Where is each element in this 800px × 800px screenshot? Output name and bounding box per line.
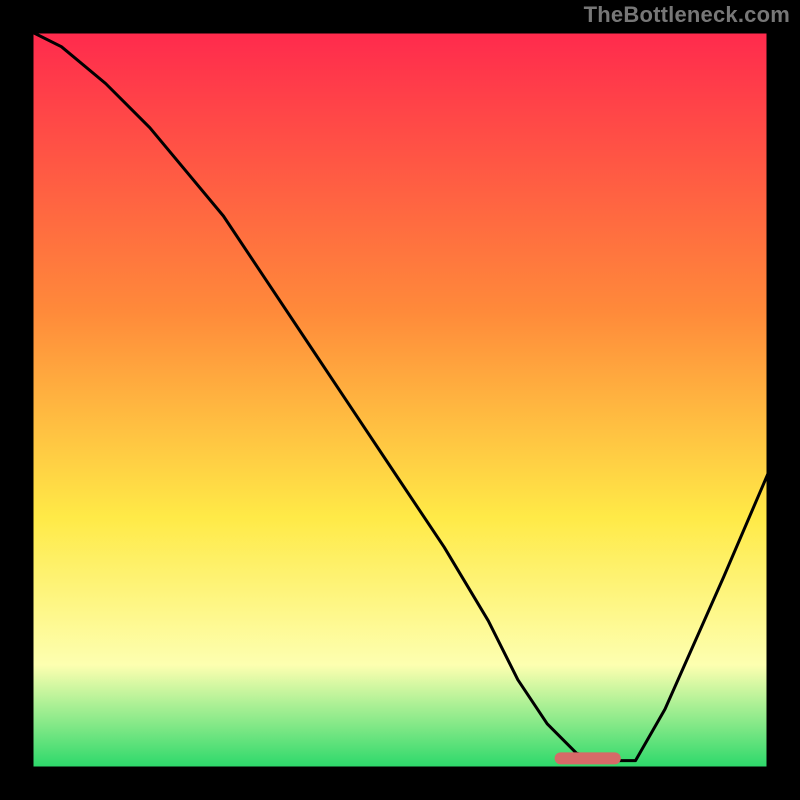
bottleneck-curve-chart: [0, 0, 800, 800]
plot-background: [32, 32, 768, 768]
optimal-range-marker: [555, 752, 621, 764]
watermark-text: TheBottleneck.com: [584, 2, 790, 28]
